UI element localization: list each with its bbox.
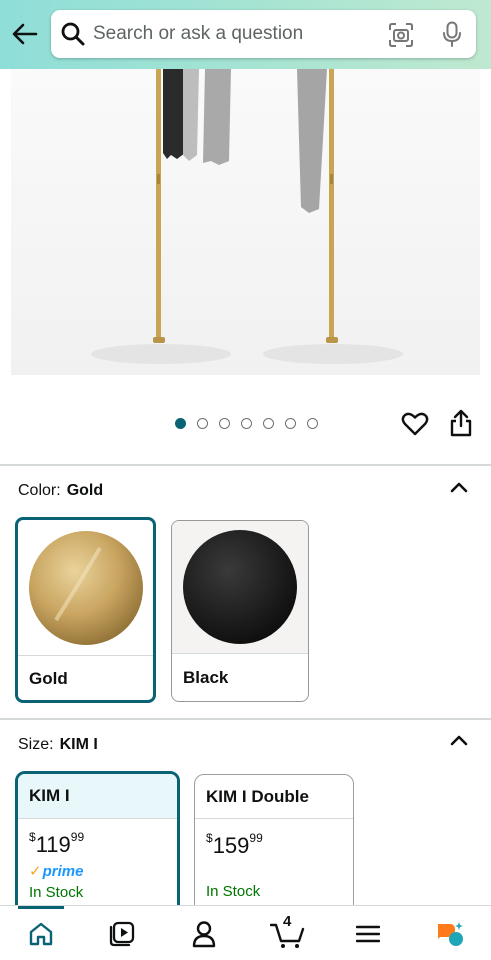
swatch-image xyxy=(18,520,153,656)
selected-color-value: Gold xyxy=(66,482,104,499)
nav-menu[interactable] xyxy=(352,918,384,950)
heart-icon[interactable] xyxy=(401,410,429,438)
size-row-label: Size: KIM I xyxy=(18,736,98,754)
rufus-icon xyxy=(438,922,463,946)
cart-count-badge: 4 xyxy=(283,913,292,930)
prime-check-icon: ✓ xyxy=(29,863,42,880)
size-option-kim-i[interactable]: KIM I $11999 ✓prime In Stock xyxy=(15,771,180,921)
pagination-dot[interactable] xyxy=(263,418,274,429)
search-bar[interactable] xyxy=(51,10,476,58)
pagination-dot[interactable] xyxy=(197,418,208,429)
microphone-icon[interactable] xyxy=(440,21,464,47)
swatch-label: Gold xyxy=(29,669,68,688)
nav-video[interactable] xyxy=(106,918,138,950)
nav-account[interactable] xyxy=(188,918,220,950)
home-icon xyxy=(29,922,53,946)
product-image[interactable] xyxy=(11,69,480,375)
size-label: Size: xyxy=(18,736,54,753)
divider xyxy=(0,464,491,466)
price-fraction: 99 xyxy=(70,830,85,844)
selected-size-value: KIM I xyxy=(59,736,98,753)
color-label: Color: xyxy=(18,482,61,499)
top-header xyxy=(0,0,491,69)
gold-swatch-circle xyxy=(28,530,143,645)
swatch-image xyxy=(172,521,308,654)
camera-lens-icon[interactable] xyxy=(388,22,414,48)
swatch-label: Black xyxy=(183,668,229,687)
price-symbol: $ xyxy=(206,831,213,845)
nav-home[interactable] xyxy=(25,918,57,950)
account-icon xyxy=(192,921,216,948)
divider xyxy=(0,718,491,720)
color-swatch-black[interactable]: Black xyxy=(171,520,309,702)
price-whole: 119 xyxy=(35,832,71,857)
share-icon[interactable] xyxy=(448,408,474,438)
image-pagination-dots[interactable] xyxy=(175,418,318,430)
size-option-title: KIM I Double xyxy=(195,775,353,819)
nav-rufus[interactable] xyxy=(434,918,466,950)
chevron-up-icon[interactable] xyxy=(448,732,470,748)
size-option-title: KIM I xyxy=(18,774,177,819)
price-symbol: $ xyxy=(29,830,36,844)
price: $11999 xyxy=(29,830,85,858)
back-button[interactable] xyxy=(6,14,44,54)
pagination-dot[interactable] xyxy=(219,418,230,429)
stock-status: In Stock xyxy=(206,883,261,900)
prime-label: prime xyxy=(42,863,84,880)
search-icon xyxy=(61,22,85,46)
prime-badge: ✓prime xyxy=(29,862,83,880)
black-swatch-circle xyxy=(183,530,297,644)
color-swatch-gold[interactable]: Gold xyxy=(15,517,156,703)
chevron-up-icon[interactable] xyxy=(448,479,470,495)
menu-icon xyxy=(356,925,380,943)
price-whole: 159 xyxy=(212,833,250,858)
price-fraction: 99 xyxy=(249,831,263,845)
active-tab-indicator xyxy=(18,906,64,909)
size-option-kim-i-double[interactable]: KIM I Double $15999 In Stock xyxy=(194,774,354,920)
back-arrow-icon xyxy=(12,23,38,45)
stock-status: In Stock xyxy=(29,884,84,901)
bottom-navigation xyxy=(0,905,491,960)
search-input[interactable] xyxy=(93,10,383,58)
pagination-dot[interactable] xyxy=(307,418,318,429)
video-icon xyxy=(109,921,135,947)
pagination-dot[interactable] xyxy=(175,418,186,429)
pagination-dot[interactable] xyxy=(241,418,252,429)
color-row-label: Color: Gold xyxy=(18,482,103,500)
price: $15999 xyxy=(206,831,263,859)
clothing-rack-image xyxy=(91,69,403,364)
pagination-dot[interactable] xyxy=(285,418,296,429)
